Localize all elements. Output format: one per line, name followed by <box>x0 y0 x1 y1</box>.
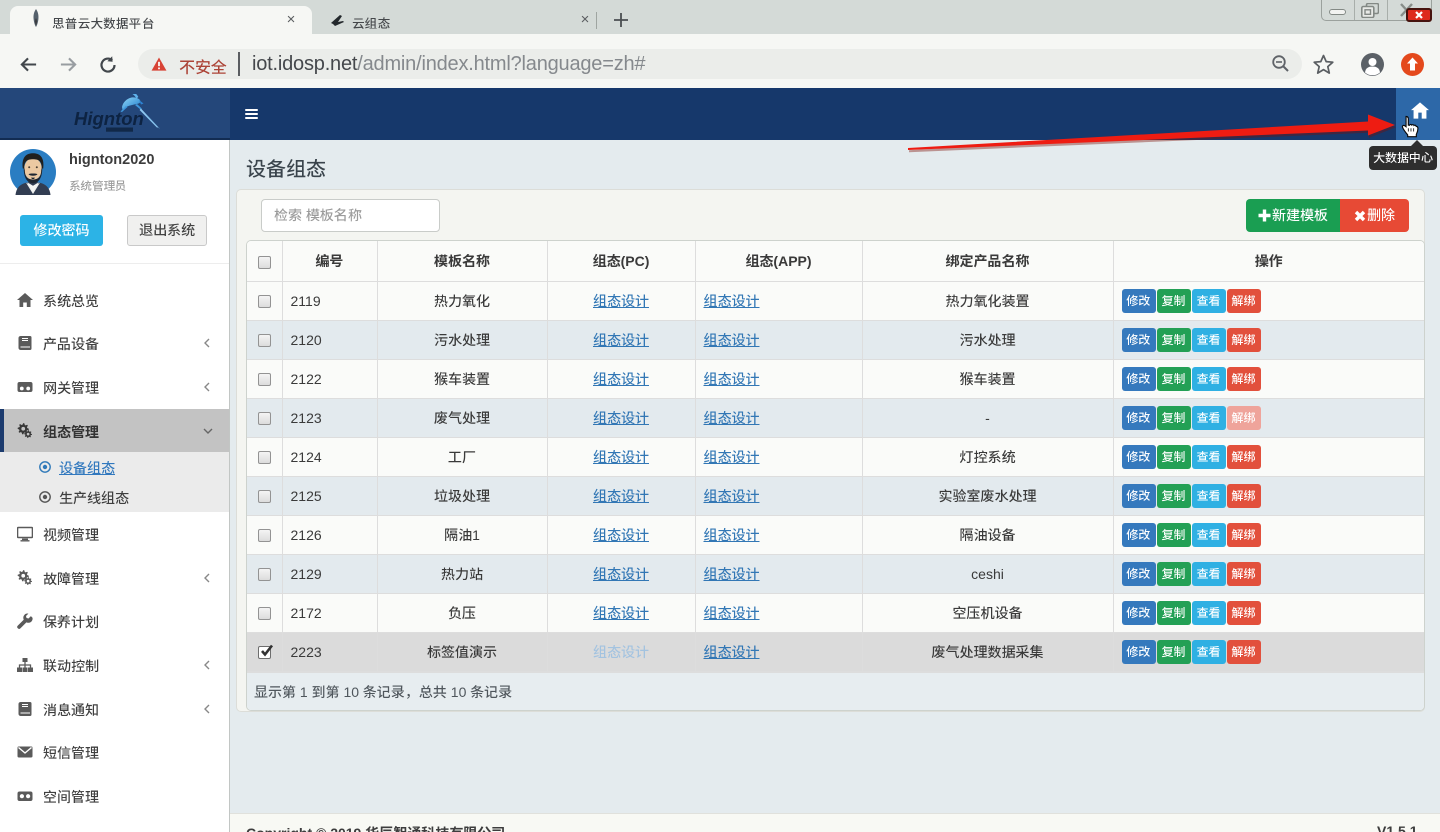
svg-text:Hignton: Hignton <box>74 108 144 129</box>
